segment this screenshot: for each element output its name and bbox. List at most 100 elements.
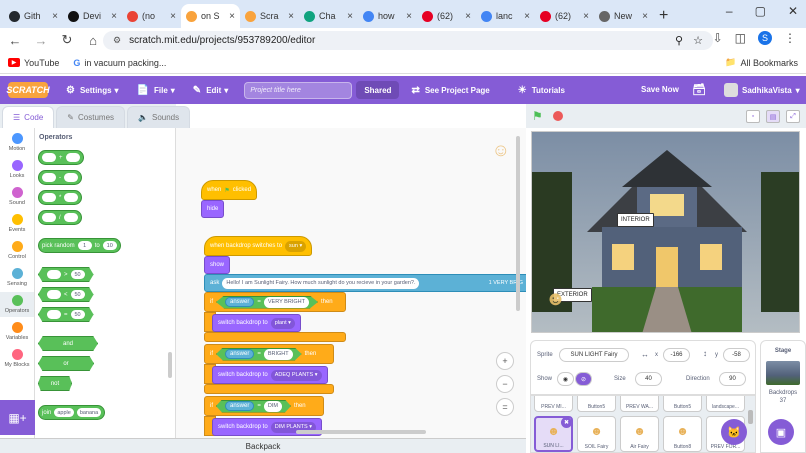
add-extension-button[interactable]: ▦+	[0, 400, 35, 435]
when-flag-clicked-block[interactable]: when ⚑ clicked	[201, 180, 258, 200]
browser-tab[interactable]: (no ×	[122, 4, 181, 28]
sprite-tile[interactable]: ☻ SOIL Fairy	[577, 416, 616, 452]
category-control[interactable]: Control	[0, 238, 34, 263]
close-tab-icon[interactable]: ×	[52, 11, 58, 22]
show-visible-button[interactable]: ◉	[557, 372, 574, 386]
browser-tab[interactable]: lanc ×	[476, 4, 535, 28]
normal-stage-icon[interactable]: ▤	[766, 110, 780, 123]
block-slot[interactable]	[42, 193, 56, 202]
x-input[interactable]: -166	[663, 348, 690, 362]
delete-sprite-icon[interactable]: ✖	[561, 418, 571, 428]
multiply-block[interactable]: *	[38, 190, 83, 205]
see-project-page-button[interactable]: ⇄ See Project Page	[411, 85, 489, 96]
sprite-tile[interactable]: ☻PREV WA...	[620, 396, 659, 412]
divide-block[interactable]: /	[38, 210, 82, 225]
block-slot[interactable]: 1	[77, 241, 92, 250]
category-my-blocks[interactable]: My Blocks	[0, 346, 34, 371]
block-slot[interactable]: 50	[70, 290, 85, 299]
block-slot[interactable]	[63, 213, 78, 222]
if-block[interactable]: if answer = BRIGHT then	[204, 344, 334, 364]
show-hidden-button[interactable]: ⊘	[575, 372, 592, 386]
answer-reporter[interactable]: answer	[225, 297, 255, 307]
interior-button[interactable]: INTERIOR	[617, 213, 654, 227]
equals-condition[interactable]: answer = VERY BRIGHT	[216, 295, 318, 309]
ask-block[interactable]: ask Hello! I am Sunlight Fairy. How much…	[204, 274, 526, 292]
browser-tab[interactable]: Cha ×	[299, 4, 358, 28]
close-tab-icon[interactable]: ×	[111, 11, 117, 22]
category-sound[interactable]: Sound	[0, 184, 34, 209]
backpack-bar[interactable]: Backpack	[0, 438, 526, 453]
block-slot[interactable]: banana	[76, 408, 102, 417]
project-title-input[interactable]: Project title here	[244, 81, 353, 99]
minimize-icon[interactable]: –	[726, 4, 733, 18]
small-stage-icon[interactable]: ▫	[746, 110, 760, 123]
zoom-reset-button[interactable]: =	[496, 398, 514, 416]
workspace-horizontal-scrollbar[interactable]	[296, 430, 426, 434]
script-workspace[interactable]: ☺ when ⚑ clicked hide when backdrop swit…	[176, 128, 526, 438]
browser-tab[interactable]: Scra ×	[240, 4, 299, 28]
browser-tab[interactable]: Gith ×	[4, 4, 63, 28]
if-block[interactable]: if answer = DIM then	[204, 396, 324, 416]
greater-than-block[interactable]: >50	[38, 267, 94, 282]
block-slot[interactable]: 50	[70, 310, 85, 319]
backdrop-dropdown[interactable]: ADEQ PLANTS ▾	[270, 369, 322, 381]
url-field[interactable]: ⚙ scratch.mit.edu/projects/953789200/edi…	[103, 31, 713, 50]
stage-canvas[interactable]: INTERIOR EXTERIOR ☻	[531, 131, 800, 333]
when-backdrop-switches-block[interactable]: when backdrop switches to sun ▾	[204, 236, 313, 256]
browser-tab[interactable]: (62) ×	[417, 4, 476, 28]
block-slot[interactable]	[47, 290, 61, 299]
green-flag-icon[interactable]: ⚑	[532, 109, 543, 123]
zoom-in-button[interactable]: +	[496, 352, 514, 370]
and-block[interactable]: and	[38, 336, 98, 351]
block-slot[interactable]	[47, 270, 61, 279]
switch-backdrop-block[interactable]: switch backdrop to plant ▾	[212, 314, 301, 332]
forward-icon[interactable]: →	[30, 33, 52, 48]
condition-value[interactable]: DIM	[263, 400, 282, 412]
choose-backdrop-button[interactable]: ▣	[768, 419, 794, 445]
category-motion[interactable]: Motion	[0, 130, 34, 155]
pick-random-block[interactable]: pick random 1 to 10	[38, 238, 121, 253]
show-block[interactable]: show	[204, 256, 231, 274]
backdrop-dropdown[interactable]: plant ▾	[270, 317, 295, 329]
bookmark-star-icon[interactable]: ☆	[693, 34, 703, 47]
tab-costumes[interactable]: ✎ Costumes	[56, 106, 126, 128]
browser-tab[interactable]: New ×	[594, 4, 653, 28]
account-menu[interactable]: SadhikaVista ▾	[724, 83, 800, 97]
browser-tab[interactable]: how ×	[358, 4, 417, 28]
sprite-tile[interactable]: ☻PREV MI...	[534, 396, 573, 412]
close-tab-icon[interactable]: ×	[288, 11, 294, 22]
profile-avatar[interactable]: S	[758, 31, 772, 45]
choose-sprite-button[interactable]: 🐱	[721, 419, 747, 445]
y-input[interactable]: -58	[723, 348, 750, 362]
close-tab-icon[interactable]: ×	[642, 11, 648, 22]
hide-block[interactable]: hide	[201, 200, 225, 218]
less-than-block[interactable]: <50	[38, 287, 94, 302]
bookmark-google[interactable]: G in vacuum packing...	[73, 58, 166, 68]
back-icon[interactable]: ←	[4, 33, 26, 48]
sprite-tile[interactable]: ☻ Air Fairy	[620, 416, 659, 452]
close-tab-icon[interactable]: ×	[229, 11, 235, 22]
close-tab-icon[interactable]: ×	[406, 11, 412, 22]
workspace-vertical-scrollbar[interactable]	[516, 136, 520, 311]
site-info-icon[interactable]: ⚙	[113, 35, 121, 46]
join-block[interactable]: join apple banana	[38, 405, 106, 420]
sprite-tile[interactable]: ☻landscape...	[706, 396, 745, 412]
menu-icon[interactable]: ⋮	[784, 31, 796, 45]
block-slot[interactable]: apple	[54, 408, 74, 417]
settings-menu[interactable]: ⚙ Settings ▾	[66, 85, 119, 96]
subtract-block[interactable]: -	[38, 170, 82, 185]
not-block[interactable]: not	[38, 376, 72, 391]
shared-button[interactable]: Shared	[356, 81, 400, 99]
home-icon[interactable]: ⌂	[82, 33, 104, 48]
file-menu[interactable]: 📄 File ▾	[137, 85, 175, 96]
my-stuff-icon[interactable]: 🗃	[692, 83, 706, 96]
browser-tab[interactable]: (62) ×	[535, 4, 594, 28]
block-slot[interactable]: 50	[70, 270, 85, 279]
backdrop-dropdown[interactable]: sun ▾	[285, 240, 307, 252]
block-slot[interactable]	[47, 310, 61, 319]
block-slot[interactable]	[42, 173, 56, 182]
fairy-sprite[interactable]: ☻	[545, 288, 566, 311]
equals-condition[interactable]: answer = DIM	[216, 399, 291, 413]
close-tab-icon[interactable]: ×	[583, 11, 589, 22]
edit-menu[interactable]: ✎ Edit ▾	[193, 85, 229, 96]
